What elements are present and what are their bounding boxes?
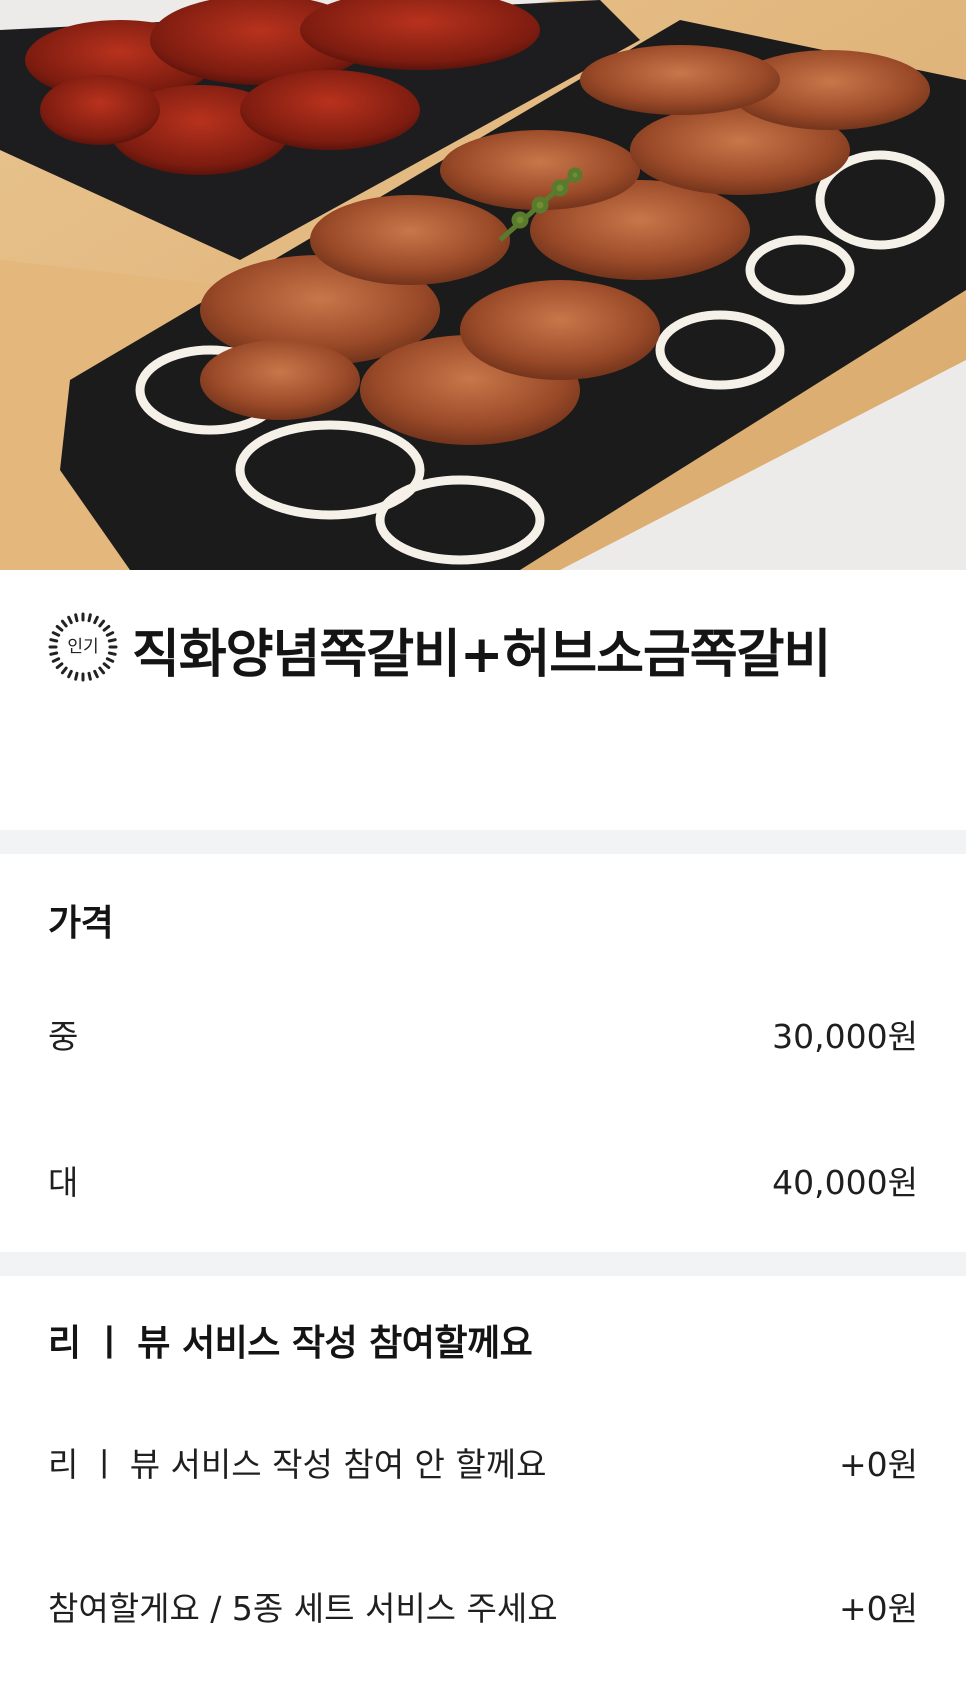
option-label: 리 ㅣ 뷰 서비스 작성 참여 안 할께요 [48,1445,547,1484]
option-price: +0원 [838,1445,918,1484]
review-option-participate[interactable]: 참여할게요 / 5종 세트 서비스 주세요 +0원 [0,1582,966,1630]
price-section: 가격 중 30,000원 대 40,000원 [0,854,966,1252]
option-label: 참여할게요 / 5종 세트 서비스 주세요 [48,1589,558,1628]
popular-badge-label: 인기 [67,637,99,657]
option-label: 대 [48,1163,79,1202]
section-divider [0,830,966,854]
food-photo [0,0,966,570]
review-option-decline[interactable]: 리 ㅣ 뷰 서비스 작성 참여 안 할께요 +0원 [0,1438,966,1486]
menu-title-block: 인기 직화양념쪽갈비+허브소금쪽갈비 [48,612,928,696]
section-divider [0,1252,966,1276]
option-label: 중 [48,1017,79,1056]
review-section: 리 ㅣ 뷰 서비스 작성 참여할께요 리 ㅣ 뷰 서비스 작성 참여 안 할께요… [0,1276,966,1696]
menu-title-section: 인기 직화양념쪽갈비+허브소금쪽갈비 [0,570,966,830]
price-option-large[interactable]: 대 40,000원 [0,1156,966,1204]
review-section-title: 리 ㅣ 뷰 서비스 작성 참여할께요 [48,1323,533,1364]
hero-image [0,0,966,570]
menu-title: 직화양념쪽갈비+허브소금쪽갈비 [132,625,831,685]
price-section-title: 가격 [48,903,114,944]
popular-badge: 인기 [48,612,118,682]
option-price: 30,000원 [772,1017,918,1056]
option-price: +0원 [838,1589,918,1628]
price-option-medium[interactable]: 중 30,000원 [0,1010,966,1058]
option-price: 40,000원 [772,1163,918,1202]
